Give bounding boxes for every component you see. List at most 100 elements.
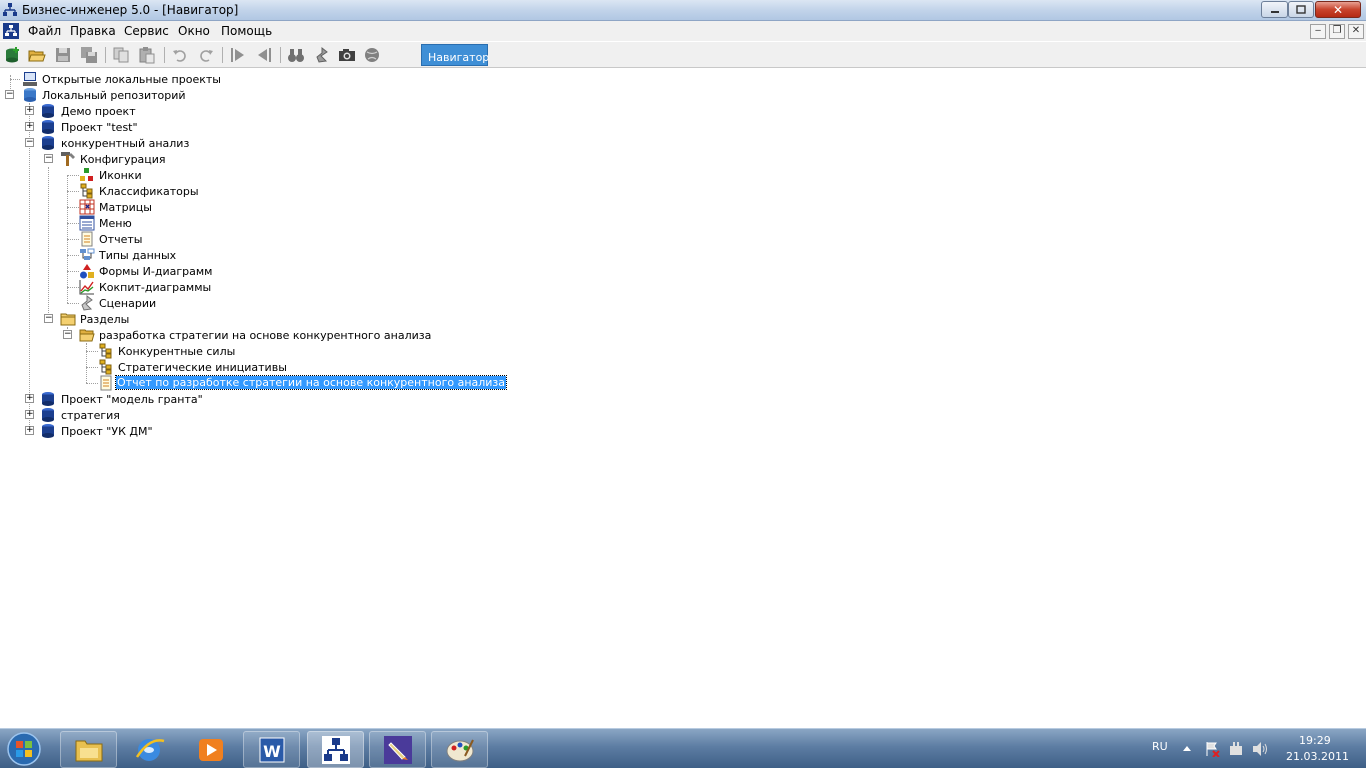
tree-label: Кокпит-диаграммы xyxy=(99,281,212,294)
save-icon[interactable] xyxy=(54,46,72,64)
expand-toggle[interactable]: + xyxy=(25,410,34,419)
toolbar-separator xyxy=(280,47,281,63)
taskbar-business-engineer-button[interactable] xyxy=(307,731,364,768)
tree-item-project-konk[interactable]: − конкурентный анализ xyxy=(0,135,300,151)
document-icon[interactable] xyxy=(3,23,19,39)
menu-file[interactable]: Файл xyxy=(28,24,61,38)
tree-label: разработка стратегии на основе конкурент… xyxy=(99,329,432,342)
tree-item-strategy-report[interactable]: Отчет по разработке стратегии на основе … xyxy=(0,375,508,391)
tree-item-project-strategy[interactable]: + стратегия xyxy=(0,407,300,423)
new-project-icon[interactable] xyxy=(3,46,21,64)
volume-icon[interactable] xyxy=(1252,741,1268,757)
menu-service[interactable]: Сервис xyxy=(124,24,169,38)
language-indicator[interactable]: RU xyxy=(1152,740,1168,753)
mdi-close-button[interactable]: ✕ xyxy=(1348,24,1364,39)
word-icon: W xyxy=(259,737,284,762)
globe-icon[interactable] xyxy=(363,46,381,64)
tree-item-project-grant[interactable]: + Проект "модель гранта" xyxy=(0,391,300,407)
tree-item-open-projects[interactable]: Открытые локальные проекты xyxy=(0,71,300,87)
tab-navigator[interactable]: Навигатор xyxy=(421,44,489,66)
binoculars-icon[interactable] xyxy=(287,46,305,64)
mdi-restore-button[interactable]: ❐ xyxy=(1329,24,1345,39)
collapse-toggle[interactable]: − xyxy=(44,314,53,323)
tree-item-forms[interactable]: Формы И-диаграмм xyxy=(0,263,300,279)
undo-icon[interactable] xyxy=(171,46,189,64)
expand-toggle[interactable]: + xyxy=(25,106,34,115)
tree-item-matrices[interactable]: Матрицы xyxy=(0,199,300,215)
database-icon xyxy=(42,104,54,118)
tree-item-cockpit[interactable]: Кокпит-диаграммы xyxy=(0,279,300,295)
tree-label: Локальный репозиторий xyxy=(42,89,186,102)
hierarchy-icon xyxy=(99,343,112,359)
tree-item-scenarios[interactable]: Сценарии xyxy=(0,295,300,311)
palette-icon xyxy=(446,739,474,761)
toolbar-separator xyxy=(164,47,165,63)
taskbar-paint-button[interactable] xyxy=(431,731,488,768)
pencil-icon xyxy=(383,735,412,764)
tray-expand-icon[interactable] xyxy=(1182,744,1192,752)
taskbar-ie-button[interactable] xyxy=(121,731,178,768)
tree-item-menu[interactable]: Меню xyxy=(0,215,300,231)
toolbar: Навигатор xyxy=(0,42,1366,68)
tree-item-icons[interactable]: Иконки xyxy=(0,167,300,183)
copy-icon[interactable] xyxy=(112,46,130,64)
taskbar-editor-button[interactable] xyxy=(369,731,426,768)
tree-item-strategy-development[interactable]: − разработка стратегии на основе конкуре… xyxy=(0,327,431,343)
menu-edit[interactable]: Правка xyxy=(70,24,116,38)
mdi-minimize-button[interactable]: ‒ xyxy=(1310,24,1326,39)
tree-label: Конкурентные силы xyxy=(118,345,236,358)
tree-label: Отчеты xyxy=(99,233,143,246)
open-folder-icon[interactable] xyxy=(28,46,46,64)
collapse-toggle[interactable]: − xyxy=(63,330,72,339)
tools-icon xyxy=(61,152,75,166)
close-button[interactable]: ✕ xyxy=(1315,1,1361,18)
redo-icon[interactable] xyxy=(197,46,215,64)
collapse-toggle[interactable]: − xyxy=(5,90,14,99)
tree-item-classifiers[interactable]: Классификаторы xyxy=(0,183,300,199)
save-all-icon[interactable] xyxy=(80,46,98,64)
scenario-icon[interactable] xyxy=(313,46,331,64)
tree-item-project-test[interactable]: + Проект "test" xyxy=(0,119,300,135)
tree-item-competitive-forces[interactable]: Конкурентные силы xyxy=(0,343,300,359)
taskbar-media-button[interactable] xyxy=(182,731,239,768)
power-icon[interactable] xyxy=(1228,741,1244,757)
tree-item-configuration[interactable]: − Конфигурация xyxy=(0,151,300,167)
forward-icon[interactable] xyxy=(255,46,273,64)
menu-icon xyxy=(79,215,95,231)
tree-item-project-ukdm[interactable]: + Проект "УК ДМ" xyxy=(0,423,300,439)
collapse-toggle[interactable]: − xyxy=(44,154,53,163)
tree-item-data-types[interactable]: Типы данных xyxy=(0,247,300,263)
tree-label: Матрицы xyxy=(99,201,152,214)
taskbar-word-button[interactable]: W xyxy=(243,731,300,768)
maximize-icon xyxy=(1296,5,1306,14)
camera-icon[interactable] xyxy=(338,46,356,64)
clock-time[interactable]: 19:29 xyxy=(1299,734,1331,747)
database-icon xyxy=(42,408,54,422)
menu-help[interactable]: Помощь xyxy=(221,24,272,38)
clock-date[interactable]: 21.03.2011 xyxy=(1286,750,1349,763)
minimize-button[interactable] xyxy=(1261,1,1288,18)
maximize-button[interactable] xyxy=(1288,1,1314,18)
menu-window[interactable]: Окно xyxy=(178,24,210,38)
tree-item-local-repository[interactable]: − Локальный репозиторий xyxy=(0,87,300,103)
tree-label: стратегия xyxy=(61,409,120,422)
taskbar-explorer-button[interactable] xyxy=(60,731,117,768)
tree-item-strategic-initiatives[interactable]: Стратегические инициативы xyxy=(0,359,300,375)
expand-toggle[interactable]: + xyxy=(25,122,34,131)
data-types-icon xyxy=(80,248,95,260)
repository-icon xyxy=(24,88,36,102)
toolbar-separator xyxy=(222,47,223,63)
paste-icon[interactable] xyxy=(138,46,156,64)
tree-item-reports[interactable]: Отчеты xyxy=(0,231,300,247)
matrix-icon xyxy=(79,199,95,215)
tree-item-sections[interactable]: − Разделы xyxy=(0,311,300,327)
expand-toggle[interactable]: + xyxy=(25,394,34,403)
expand-toggle[interactable]: + xyxy=(25,426,34,435)
action-center-icon[interactable] xyxy=(1204,741,1220,757)
classifier-icon xyxy=(80,183,93,199)
collapse-toggle[interactable]: − xyxy=(25,138,34,147)
back-icon[interactable] xyxy=(229,46,247,64)
tree-item-project-demo[interactable]: + Демо проект xyxy=(0,103,300,119)
svg-text:W: W xyxy=(263,742,281,761)
start-button[interactable] xyxy=(4,731,44,767)
